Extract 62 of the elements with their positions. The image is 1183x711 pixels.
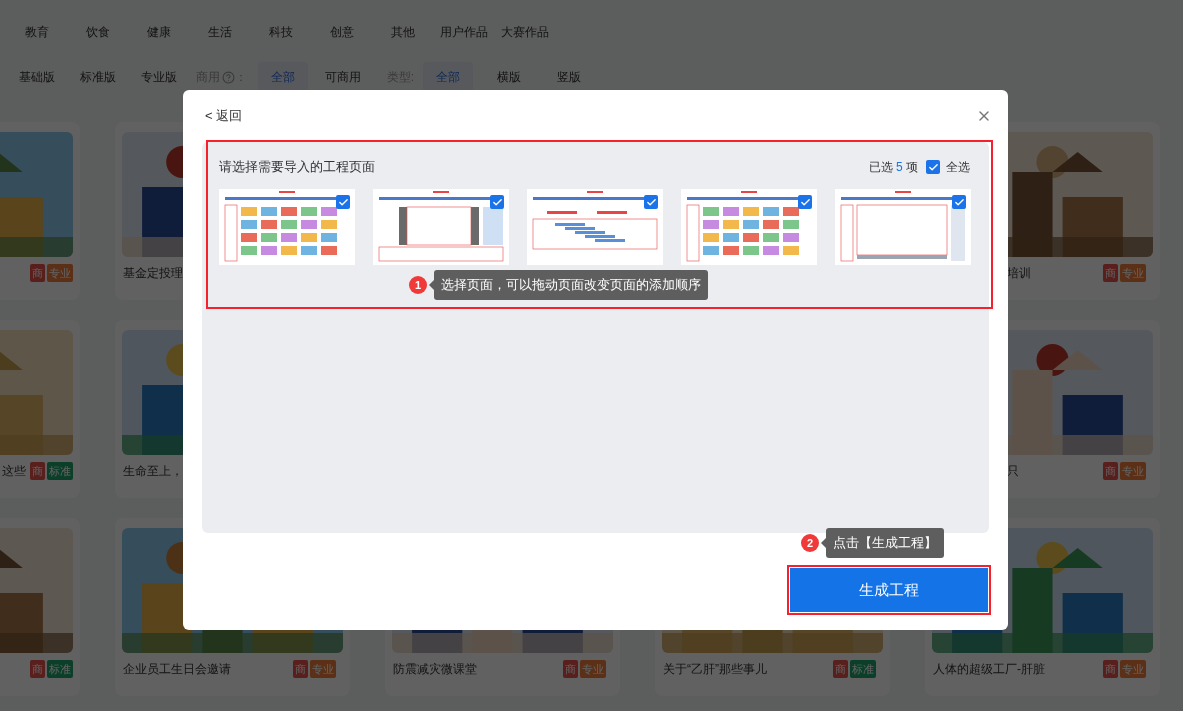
filter-option[interactable]: 竖版 [545,62,593,92]
category-tab[interactable]: 教育 [6,23,67,41]
filter-option[interactable]: 横版 [473,62,545,92]
page-thumbnail[interactable] [527,189,663,265]
tag: 专业 [1120,660,1146,678]
tag: 商 [1103,660,1118,678]
filter-option[interactable]: 专业版 [128,62,189,92]
card-title: 只 [1006,463,1019,480]
filter-option[interactable]: 基础版 [6,62,67,92]
selected-count: 已选 5 项 [868,159,918,176]
card-title: 这些 [2,463,26,480]
hint-tooltip: 选择页面，可以拖动页面改变页面的添加顺序 [429,270,708,300]
category-tab[interactable]: 科技 [250,23,311,41]
checkbox[interactable] [644,195,658,209]
tag: 商 [833,660,848,678]
tag: 商 [1103,462,1118,480]
category-tab[interactable]: 创意 [311,23,372,41]
filter-option[interactable]: 全部 [258,62,308,92]
tag: 商 [563,660,578,678]
tag: 商 [30,462,45,480]
back-link[interactable]: < 返回 [205,106,243,126]
category-tab[interactable]: 用户作品 [433,23,494,41]
hint-tooltip: 点击【生成工程】 [821,528,944,558]
category-tab[interactable]: 健康 [128,23,189,41]
checkbox[interactable] [490,195,504,209]
checkbox[interactable] [336,195,350,209]
tag: 标准 [47,462,73,480]
select-all-label[interactable]: 全选 [946,158,970,176]
tag: 标准 [47,660,73,678]
tag: 标准 [850,660,876,678]
step-number-badge: 2 [801,534,819,552]
filter-option[interactable]: 全部 [423,62,473,92]
colon-text: ： [234,69,247,86]
template-card[interactable]: 商 标准 [0,518,80,696]
generate-project-button[interactable]: 生成工程 [787,565,991,615]
tag: 商 [293,660,308,678]
card-title: 企业员工生日会邀请 [122,661,231,678]
filter-option[interactable]: 标准版 [67,62,128,92]
filter-option[interactable]: 可商用 [308,62,378,92]
tag: 商 [30,660,45,678]
panel-title: 请选择需要导入的工程页面 [219,158,375,177]
card-title: 培训 [1006,265,1031,282]
category-tab[interactable]: 其他 [372,23,433,41]
tag: 专业 [580,660,606,678]
checkbox[interactable] [952,195,966,209]
tag: 专业 [310,660,336,678]
category-tab[interactable]: 生活 [189,23,250,41]
category-tab[interactable]: 饮食 [67,23,128,41]
tag: 专业 [47,264,73,282]
tag: 商 [30,264,45,282]
category-tab[interactable]: 大赛作品 [494,23,555,41]
template-card[interactable]: 这些 商 标准 [0,320,80,498]
card-title: 人体的超级工厂-肝脏 [932,661,1045,678]
checkbox[interactable] [926,160,940,174]
template-card[interactable]: 商 专业 [0,122,80,300]
tag: 专业 [1120,264,1146,282]
tag: 商 [1103,264,1118,282]
card-title: 基金定投理 [122,265,183,282]
card-title: 防震减灾微课堂 [392,661,477,678]
checkbox[interactable] [798,195,812,209]
card-title: 关于“乙肝”那些事儿 [662,661,767,678]
tag: 专业 [1120,462,1146,480]
